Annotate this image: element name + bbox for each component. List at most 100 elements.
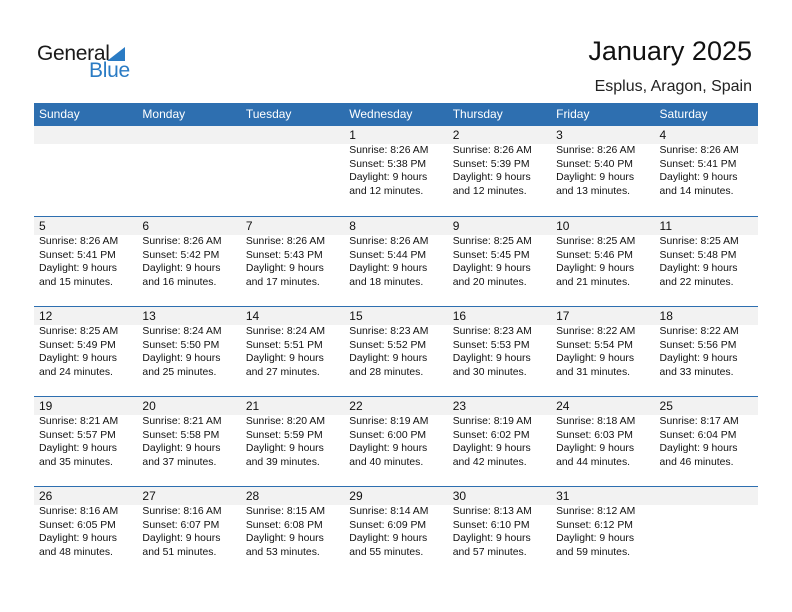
sunrise-time: Sunrise: 8:17 AM	[659, 416, 739, 427]
day-cell: 26 Sunrise: 8:16 AM Sunset: 6:05 PM Dayligh…	[34, 487, 137, 559]
day-number: 3	[556, 128, 563, 142]
day-number: 18	[659, 309, 673, 323]
daylight-hours: Daylight: 9 hours	[142, 443, 221, 454]
day-cell: 1 Sunrise: 8:26 AM Sunset: 5:38 PM Daylight…	[344, 126, 447, 198]
daylight-hours: Daylight: 9 hours	[659, 172, 738, 183]
sunrise-time: Sunrise: 8:26 AM	[245, 236, 325, 247]
daylight-minutes: and 15 minutes.	[39, 276, 113, 288]
daylight-hours: Daylight: 9 hours	[39, 443, 117, 454]
sunset-time: Sunset: 6:09 PM	[349, 519, 427, 531]
day-number: 2	[452, 128, 460, 142]
sunrise-time: Sunrise: 8:13 AM	[452, 506, 532, 517]
day-number: 22	[349, 399, 363, 413]
sunset-time: Sunset: 5:44 PM	[349, 249, 427, 261]
sunrise-time: Sunrise: 8:21 AM	[142, 416, 222, 427]
daylight-hours: Daylight: 9 hours	[349, 353, 428, 364]
sunset-time: Sunset: 5:48 PM	[659, 249, 737, 261]
day-cell: 25 Sunrise: 8:17 AM Sunset: 6:04 PM Dayligh…	[655, 397, 758, 469]
daylight-minutes: and 42 minutes.	[452, 456, 527, 468]
weeks-container: 1 Sunrise: 8:26 AM Sunset: 5:38 PM Daylight…	[34, 126, 758, 576]
sunrise-time: Sunrise: 8:12 AM	[556, 506, 636, 517]
sunset-time: Sunset: 5:56 PM	[659, 339, 737, 351]
day-cell: 18 Sunrise: 8:22 AM Sunset: 5:56 PM Dayligh…	[655, 307, 758, 379]
sunset-time: Sunset: 5:53 PM	[452, 339, 530, 351]
daylight-hours: Daylight: 9 hours	[142, 353, 221, 364]
day-number: 17	[556, 309, 570, 323]
sunrise-time: Sunrise: 8:14 AM	[349, 506, 429, 517]
sunrise-time: Sunrise: 8:26 AM	[659, 145, 739, 156]
weekday-thursday: Thursday	[452, 107, 503, 121]
sunrise-time: Sunrise: 8:24 AM	[142, 326, 222, 337]
daylight-hours: Daylight: 9 hours	[452, 353, 531, 364]
day-cell: 11 Sunrise: 8:25 AM Sunset: 5:48 PM Dayligh…	[655, 217, 758, 289]
sunset-time: Sunset: 5:43 PM	[245, 249, 323, 261]
day-cell: 21 Sunrise: 8:20 AM Sunset: 5:59 PM Dayligh…	[241, 397, 344, 469]
sunrise-time: Sunrise: 8:16 AM	[39, 506, 119, 517]
day-cell: 12 Sunrise: 8:25 AM Sunset: 5:49 PM Dayligh…	[34, 307, 137, 379]
sunrise-time: Sunrise: 8:25 AM	[659, 236, 739, 247]
calendar-week: 12 Sunrise: 8:25 AM Sunset: 5:49 PM Dayligh…	[34, 306, 758, 396]
daylight-minutes: and 46 minutes.	[659, 456, 734, 468]
daylight-minutes: and 22 minutes.	[659, 276, 734, 288]
daylight-minutes: and 44 minutes.	[556, 456, 631, 468]
daylight-minutes: and 21 minutes.	[556, 276, 631, 288]
day-cell: 19 Sunrise: 8:21 AM Sunset: 5:57 PM Dayligh…	[34, 397, 137, 469]
daylight-hours: Daylight: 9 hours	[245, 263, 324, 274]
daylight-minutes: and 37 minutes.	[142, 456, 217, 468]
sunset-time: Sunset: 5:49 PM	[39, 339, 116, 351]
sunset-time: Sunset: 6:02 PM	[452, 429, 530, 441]
day-cell: 24 Sunrise: 8:18 AM Sunset: 6:03 PM Dayligh…	[551, 397, 654, 469]
sunrise-time: Sunrise: 8:21 AM	[39, 416, 119, 427]
day-cell: 17 Sunrise: 8:22 AM Sunset: 5:54 PM Dayligh…	[551, 307, 654, 379]
day-number: 14	[245, 309, 260, 323]
day-number: 1	[349, 128, 356, 142]
sunrise-time: Sunrise: 8:19 AM	[452, 416, 532, 427]
empty-day-cell	[137, 126, 240, 198]
daylight-minutes: and 33 minutes.	[659, 366, 734, 378]
daylight-hours: Daylight: 9 hours	[349, 172, 428, 183]
daylight-hours: Daylight: 9 hours	[349, 533, 428, 544]
day-cell: 28 Sunrise: 8:15 AM Sunset: 6:08 PM Dayligh…	[241, 487, 344, 559]
day-number: 10	[556, 219, 570, 233]
daylight-hours: Daylight: 9 hours	[452, 533, 531, 544]
daylight-minutes: and 27 minutes.	[245, 366, 320, 378]
day-cell: 15 Sunrise: 8:23 AM Sunset: 5:52 PM Dayligh…	[344, 307, 447, 379]
day-number: 29	[349, 489, 363, 503]
empty-day-cell	[241, 126, 344, 198]
day-cell: 29 Sunrise: 8:14 AM Sunset: 6:09 PM Dayligh…	[344, 487, 447, 559]
day-number: 8	[349, 219, 356, 233]
sunrise-time: Sunrise: 8:24 AM	[245, 326, 325, 337]
weekday-friday: Friday	[556, 107, 590, 121]
sunrise-time: Sunrise: 8:19 AM	[349, 416, 429, 427]
sunrise-time: Sunrise: 8:26 AM	[556, 145, 636, 156]
daylight-minutes: and 12 minutes.	[452, 185, 527, 197]
day-number: 30	[452, 489, 467, 503]
weekday-monday: Monday	[142, 107, 186, 121]
day-number: 28	[245, 489, 260, 503]
weekday-sunday: Sunday	[39, 107, 80, 121]
week-row: 1 Sunrise: 8:26 AM Sunset: 5:38 PM Daylight…	[34, 126, 758, 198]
daylight-minutes: and 12 minutes.	[349, 185, 424, 197]
daylight-minutes: and 25 minutes.	[142, 366, 217, 378]
daylight-hours: Daylight: 9 hours	[452, 443, 531, 454]
daylight-hours: Daylight: 9 hours	[39, 533, 117, 544]
sunrise-time: Sunrise: 8:22 AM	[659, 326, 739, 337]
weekday-wednesday: Wednesday	[349, 107, 413, 121]
daylight-minutes: and 17 minutes.	[245, 276, 320, 288]
daylight-minutes: and 30 minutes.	[452, 366, 527, 378]
location-subtitle: Esplus, Aragon, Spain	[594, 78, 752, 95]
day-cell: 20 Sunrise: 8:21 AM Sunset: 5:58 PM Dayligh…	[137, 397, 240, 469]
day-number: 16	[452, 309, 467, 323]
day-cell: 7 Sunrise: 8:26 AM Sunset: 5:43 PM Daylight…	[241, 217, 344, 289]
weekday-header: Sunday Monday Tuesday Wednesday Thursday…	[34, 103, 758, 126]
weekday-tuesday: Tuesday	[245, 107, 292, 121]
day-number: 11	[659, 219, 672, 233]
sunset-time: Sunset: 5:50 PM	[142, 339, 220, 351]
calendar-week: 19 Sunrise: 8:21 AM Sunset: 5:57 PM Dayligh…	[34, 396, 758, 486]
daylight-hours: Daylight: 9 hours	[452, 172, 531, 183]
daylight-minutes: and 24 minutes.	[39, 366, 113, 378]
day-cell: 16 Sunrise: 8:23 AM Sunset: 5:53 PM Dayligh…	[448, 307, 551, 379]
daylight-hours: Daylight: 9 hours	[556, 172, 635, 183]
daylight-minutes: and 53 minutes.	[245, 546, 320, 558]
daylight-minutes: and 51 minutes.	[142, 546, 217, 558]
